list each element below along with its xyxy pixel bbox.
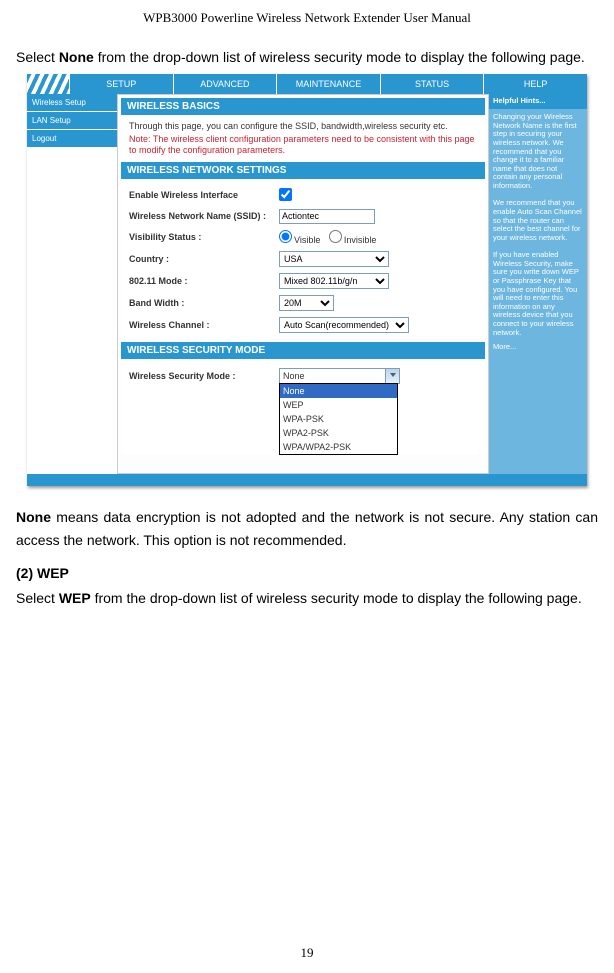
panel-basics-header: WIRELESS BASICS (121, 98, 485, 115)
security-option-wpa-psk[interactable]: WPA-PSK (280, 412, 397, 426)
hints-body-2: We recommend that you enable Auto Scan C… (493, 199, 583, 242)
panel-settings-body: Enable Wireless Interface Wireless Netwo… (121, 179, 485, 342)
p1-bold: None (59, 49, 94, 65)
router-ui-screenshot: SETUP ADVANCED MAINTENANCE STATUS HELP W… (27, 74, 587, 486)
panel-security-header: WIRELESS SECURITY MODE (121, 342, 485, 359)
label-channel: Wireless Channel : (129, 320, 279, 330)
p3-post: from the drop-down list of wireless secu… (91, 590, 582, 606)
nav-logo-stripes (27, 74, 69, 94)
security-mode-selected: None (283, 371, 305, 381)
radio-invisible[interactable] (329, 230, 342, 243)
sidebar-logout[interactable]: Logout (27, 130, 117, 148)
hints-body-3: If you have enabled Wireless Security, m… (493, 251, 583, 337)
label-visibility: Visibility Status : (129, 232, 279, 242)
p2-post: means data encryption is not adopted and… (16, 509, 598, 547)
hints-title: Helpful Hints... (489, 94, 587, 109)
hints-body-1: Changing your Wireless Network Name is t… (493, 113, 583, 191)
security-mode-dropdown-list[interactable]: None WEP WPA-PSK WPA2-PSK WPA/WPA2-PSK (279, 383, 398, 455)
label-security-mode: Wireless Security Mode : (129, 371, 279, 381)
main-panel: WIRELESS BASICS Through this page, you c… (117, 94, 489, 474)
doc-header: WPB3000 Powerline Wireless Network Exten… (16, 10, 598, 26)
footer-bar (27, 474, 587, 486)
basics-intro: Through this page, you can configure the… (129, 121, 477, 131)
section-wep-title: (2) WEP (16, 565, 598, 581)
paragraph-none-explain: None means data encryption is not adopte… (16, 506, 598, 551)
panel-basics-body: Through this page, you can configure the… (121, 115, 485, 162)
p3-pre: Select (16, 590, 59, 606)
select-bandwidth[interactable]: 20M (279, 295, 334, 311)
sidebar-lan-setup[interactable]: LAN Setup (27, 112, 117, 130)
label-mode: 802.11 Mode : (129, 276, 279, 286)
sidebar: Wireless Setup LAN Setup Logout (27, 94, 117, 474)
checkbox-enable-wireless[interactable] (279, 188, 292, 201)
security-option-wpa-wpa2-psk[interactable]: WPA/WPA2-PSK (280, 440, 397, 454)
select-channel[interactable]: Auto Scan(recommended) (279, 317, 409, 333)
basics-note: Note: The wireless client configuration … (129, 134, 477, 156)
label-enable: Enable Wireless Interface (129, 190, 279, 200)
nav-bar: SETUP ADVANCED MAINTENANCE STATUS HELP (27, 74, 587, 94)
nav-status[interactable]: STATUS (380, 74, 484, 94)
sidebar-wireless-setup[interactable]: Wireless Setup (27, 94, 117, 112)
hints-panel: Helpful Hints... Changing your Wireless … (489, 94, 587, 474)
security-option-wep[interactable]: WEP (280, 398, 397, 412)
paragraph-wep-intro: Select WEP from the drop-down list of wi… (16, 587, 598, 609)
radio-visible-label: Visible (294, 235, 320, 245)
nav-setup[interactable]: SETUP (69, 74, 173, 94)
security-option-wpa2-psk[interactable]: WPA2-PSK (280, 426, 397, 440)
intro-paragraph-1: Select None from the drop-down list of w… (16, 46, 598, 68)
panel-settings-header: WIRELESS NETWORK SETTINGS (121, 162, 485, 179)
nav-help[interactable]: HELP (483, 74, 587, 94)
p3-bold: WEP (59, 590, 91, 606)
chevron-down-icon (390, 373, 396, 377)
select-mode[interactable]: Mixed 802.11b/g/n (279, 273, 389, 289)
panel-security-body: Wireless Security Mode : None None WEP (121, 359, 485, 454)
p1-pre: Select (16, 49, 59, 65)
label-ssid: Wireless Network Name (SSID) : (129, 211, 279, 221)
select-country[interactable]: USA (279, 251, 389, 267)
input-ssid[interactable] (279, 209, 375, 224)
p1-post: from the drop-down list of wireless secu… (94, 49, 585, 65)
page-number: 19 (0, 945, 614, 961)
label-country: Country : (129, 254, 279, 264)
radio-invisible-label: Invisible (344, 235, 377, 245)
radio-visible[interactable] (279, 230, 292, 243)
nav-advanced[interactable]: ADVANCED (173, 74, 277, 94)
p2-bold: None (16, 509, 51, 525)
security-option-none[interactable]: None (280, 384, 397, 398)
label-bandwidth: Band Width : (129, 298, 279, 308)
hints-more-link[interactable]: More... (493, 343, 583, 352)
nav-maintenance[interactable]: MAINTENANCE (276, 74, 380, 94)
select-security-mode[interactable]: None None WEP WPA-PSK WPA2-PSK WPA/WPA2-… (279, 368, 400, 384)
